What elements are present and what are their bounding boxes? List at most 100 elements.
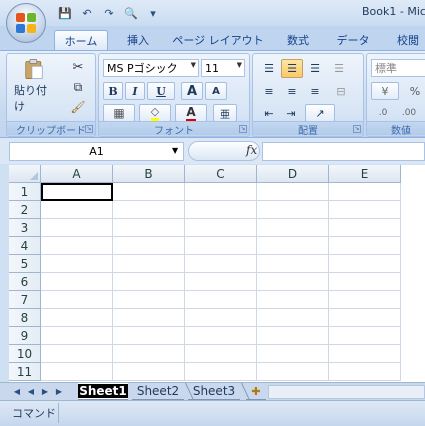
bold-button[interactable]: B xyxy=(103,82,123,100)
tab-data[interactable]: データ xyxy=(328,30,378,50)
cell-a1[interactable] xyxy=(41,183,113,201)
cell-d5[interactable] xyxy=(257,255,329,273)
grow-font-button[interactable]: A xyxy=(181,82,203,100)
cell-c7[interactable] xyxy=(185,291,257,309)
cell-b2[interactable] xyxy=(113,201,185,219)
row-header-1[interactable]: 1 xyxy=(9,183,41,201)
cell-d8[interactable] xyxy=(257,309,329,327)
cell-e8[interactable] xyxy=(329,309,401,327)
cell-e6[interactable] xyxy=(329,273,401,291)
cell-d2[interactable] xyxy=(257,201,329,219)
column-header-b[interactable]: B xyxy=(113,165,185,183)
cell-e11[interactable] xyxy=(329,363,401,381)
customize-qat-icon[interactable]: ▾ xyxy=(144,5,162,21)
cell-a2[interactable] xyxy=(41,201,113,219)
cell-b6[interactable] xyxy=(113,273,185,291)
cell-c11[interactable] xyxy=(185,363,257,381)
number-format-dropdown[interactable]: 標準 xyxy=(371,59,425,77)
cell-e10[interactable] xyxy=(329,345,401,363)
cell-b3[interactable] xyxy=(113,219,185,237)
font-launcher-icon[interactable]: ↘ xyxy=(239,125,247,133)
cell-b9[interactable] xyxy=(113,327,185,345)
chevron-down-icon[interactable]: ▼ xyxy=(172,146,178,155)
cell-d11[interactable] xyxy=(257,363,329,381)
cell-d4[interactable] xyxy=(257,237,329,255)
office-button[interactable] xyxy=(6,3,46,43)
prev-sheet-icon[interactable]: ◀ xyxy=(26,385,36,398)
cell-e2[interactable] xyxy=(329,201,401,219)
select-all-button[interactable] xyxy=(9,165,41,183)
tab-page-layout[interactable]: ページ レイアウト xyxy=(168,30,268,50)
row-header-4[interactable]: 4 xyxy=(9,237,41,255)
paste-button[interactable]: 貼り付け xyxy=(13,57,55,115)
currency-button[interactable]: ¥ xyxy=(371,82,399,100)
column-header-c[interactable]: C xyxy=(185,165,257,183)
cell-d9[interactable] xyxy=(257,327,329,345)
copy-button[interactable]: ⧉ xyxy=(67,78,89,96)
cell-e5[interactable] xyxy=(329,255,401,273)
cell-a7[interactable] xyxy=(41,291,113,309)
row-header-7[interactable]: 7 xyxy=(9,291,41,309)
row-header-9[interactable]: 9 xyxy=(9,327,41,345)
tab-insert[interactable]: 挿入 xyxy=(116,30,160,50)
cell-c1[interactable] xyxy=(185,183,257,201)
underline-button[interactable]: U xyxy=(147,82,175,100)
tab-home[interactable]: ホーム xyxy=(54,30,108,50)
fill-color-button[interactable]: ◇ xyxy=(139,104,171,122)
sheet-tab-sheet3[interactable]: Sheet3 xyxy=(188,383,250,400)
redo-icon[interactable]: ↷ xyxy=(100,5,118,21)
formula-input[interactable] xyxy=(262,142,425,161)
name-box[interactable]: A1 xyxy=(9,142,184,161)
row-header-2[interactable]: 2 xyxy=(9,201,41,219)
increase-indent-button[interactable]: ⇥ xyxy=(281,104,301,122)
sheet-tab-sheet2[interactable]: Sheet2 xyxy=(132,383,194,400)
cell-c9[interactable] xyxy=(185,327,257,345)
cell-a6[interactable] xyxy=(41,273,113,291)
cell-b10[interactable] xyxy=(113,345,185,363)
next-sheet-icon[interactable]: ▶ xyxy=(40,385,50,398)
cut-button[interactable]: ✂ xyxy=(67,58,89,76)
clipboard-launcher-icon[interactable]: ↘ xyxy=(85,125,93,133)
format-painter-button[interactable]: 🖌 xyxy=(67,98,89,116)
cell-c10[interactable] xyxy=(185,345,257,363)
sheet-tab-sheet1[interactable]: Sheet1 xyxy=(78,383,128,400)
save-icon[interactable]: 💾 xyxy=(56,5,74,21)
cell-c4[interactable] xyxy=(185,237,257,255)
row-header-11[interactable]: 11 xyxy=(9,363,41,381)
cell-e3[interactable] xyxy=(329,219,401,237)
align-left-button[interactable]: ≡ xyxy=(259,82,279,100)
column-header-d[interactable]: D xyxy=(257,165,329,183)
cell-a11[interactable] xyxy=(41,363,113,381)
font-size-dropdown[interactable]: 11 ▼ xyxy=(201,59,245,77)
column-header-e[interactable]: E xyxy=(329,165,401,183)
align-middle-button[interactable]: ☰ xyxy=(281,59,303,78)
last-sheet-icon[interactable]: ▶ xyxy=(54,385,64,398)
align-center-button[interactable]: ≡ xyxy=(281,82,303,100)
cell-d6[interactable] xyxy=(257,273,329,291)
undo-icon[interactable]: ↶ xyxy=(78,5,96,21)
row-header-5[interactable]: 5 xyxy=(9,255,41,273)
cell-e4[interactable] xyxy=(329,237,401,255)
cell-a4[interactable] xyxy=(41,237,113,255)
cell-b4[interactable] xyxy=(113,237,185,255)
cell-c2[interactable] xyxy=(185,201,257,219)
cell-b7[interactable] xyxy=(113,291,185,309)
cell-b5[interactable] xyxy=(113,255,185,273)
first-sheet-icon[interactable]: ◀ xyxy=(12,385,22,398)
print-preview-icon[interactable]: 🔍 xyxy=(122,5,140,21)
cell-d3[interactable] xyxy=(257,219,329,237)
cell-a5[interactable] xyxy=(41,255,113,273)
alignment-launcher-icon[interactable]: ↘ xyxy=(353,125,361,133)
orientation-button[interactable]: ↗ xyxy=(305,104,335,122)
cell-e7[interactable] xyxy=(329,291,401,309)
align-top-button[interactable]: ☰ xyxy=(259,59,279,78)
worksheet-grid[interactable]: A B C D E 1 2 3 4 5 6 7 8 9 10 11 xyxy=(9,165,425,382)
row-header-8[interactable]: 8 xyxy=(9,309,41,327)
align-right-button[interactable]: ≡ xyxy=(305,82,325,100)
cell-a9[interactable] xyxy=(41,327,113,345)
cell-c6[interactable] xyxy=(185,273,257,291)
font-color-button[interactable]: A xyxy=(175,104,207,122)
tab-review[interactable]: 校閲 xyxy=(386,30,425,50)
cell-d7[interactable] xyxy=(257,291,329,309)
merge-center-button[interactable]: ⊟ xyxy=(329,82,353,100)
